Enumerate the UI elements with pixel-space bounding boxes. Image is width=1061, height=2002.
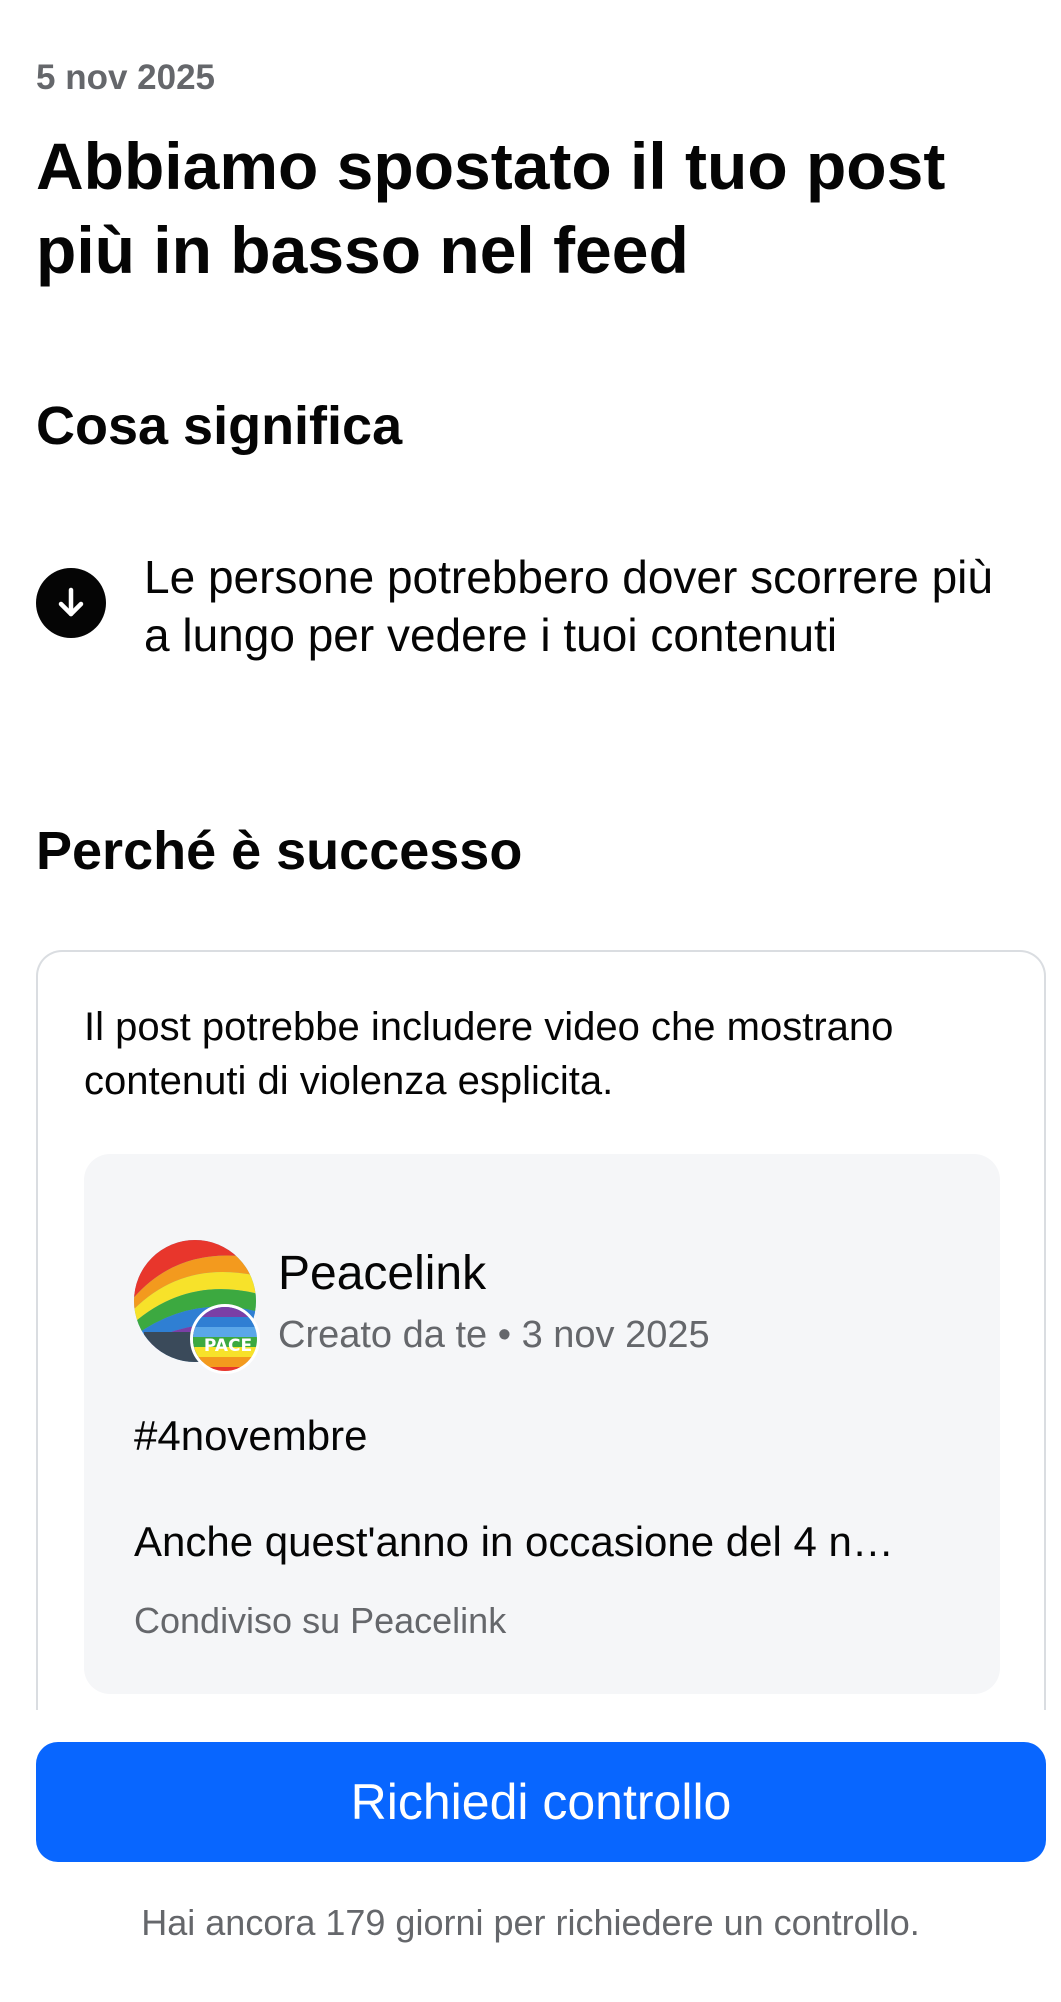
avatar: PACE [134,1240,260,1374]
meta-separator: • [497,1314,512,1356]
meaning-item: Le persone potrebbero dover scorrere più… [36,548,1036,668]
post-shared-on: Condiviso su Peacelink [134,1600,507,1641]
post-page-name: Peacelink [278,1247,487,1300]
reason-card: Il post potrebbe includere video che mos… [36,950,1046,1710]
arrow-down-circle-icon [36,568,106,638]
section-title-reason: Perché è successo [36,821,523,881]
post-hashtag[interactable]: #4novembre [134,1412,367,1460]
post-preview-card[interactable]: PACE Peacelink Creato da te • 3 nov 2025… [84,1154,1000,1694]
pace-flag-badge: PACE [190,1304,260,1374]
post-meta: Creato da te • 3 nov 2025 [278,1314,710,1357]
remaining-days-note: Hai ancora 179 giorni per richiedere un … [141,1902,920,1943]
moderation-notice-page: 5 nov 2025 Abbiamo spostato il tuo post … [0,0,1061,2002]
reason-text: Il post potrebbe includere video che mos… [84,1005,894,1103]
page-title: Abbiamo spostato il tuo post più in bass… [36,129,946,287]
section-title-meaning: Cosa significa [36,396,403,456]
meaning-text: Le persone potrebbero dover scorrere più… [144,551,993,661]
pace-badge-text: PACE [204,1336,252,1356]
post-excerpt: Anche quest'anno in occasione del 4 n… [134,1518,894,1565]
notice-date: 5 nov 2025 [36,58,215,97]
post-created-date: 3 nov 2025 [521,1314,710,1356]
post-created-by: Creato da te [278,1314,488,1356]
request-review-button[interactable]: Richiedi controllo [36,1742,1046,1862]
